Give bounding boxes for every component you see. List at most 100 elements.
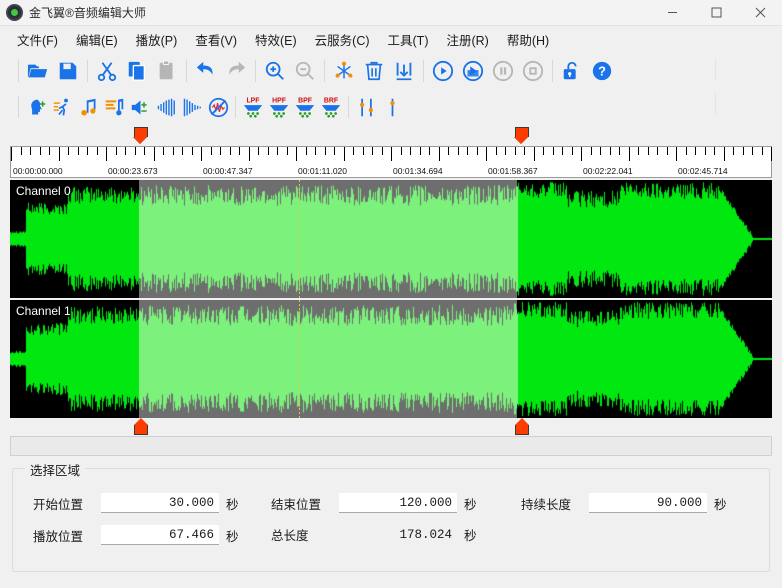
duration-row: 持续长度 90.000 秒 xyxy=(521,493,727,513)
channel-1[interactable]: Channel 1 xyxy=(10,300,772,418)
duration-input[interactable]: 90.000 xyxy=(589,493,707,513)
ruler-tick xyxy=(78,147,79,155)
ruler-tick xyxy=(135,147,136,155)
save-selection-icon[interactable] xyxy=(389,56,419,86)
copy-icon[interactable] xyxy=(122,56,152,86)
undo-icon[interactable] xyxy=(191,56,221,86)
paste-icon[interactable] xyxy=(152,56,182,86)
waveform-canvas-channel-1 xyxy=(10,300,772,418)
mixer-icon[interactable] xyxy=(379,94,405,120)
ruler-tick xyxy=(163,147,164,155)
ruler-label: 00:00:47.347 xyxy=(203,166,253,176)
selection-marker-strip-top xyxy=(0,124,782,146)
end-position-input[interactable]: 120.000 xyxy=(339,493,457,513)
split-merge-icon[interactable] xyxy=(329,56,359,86)
start-position-input[interactable]: 30.000 xyxy=(101,493,219,513)
maximize-icon[interactable] xyxy=(694,0,738,26)
zoom-in-icon[interactable] xyxy=(260,56,290,86)
timeline-ruler[interactable]: 00:00:00.00000:00:23.67300:00:47.34700:0… xyxy=(10,146,772,178)
close-icon[interactable] xyxy=(738,0,782,26)
filter-bpf-icon[interactable]: BPF xyxy=(292,94,318,120)
play-position-input[interactable]: 67.466 xyxy=(101,525,219,545)
ruler-tick xyxy=(581,147,582,161)
stop-icon[interactable] xyxy=(518,56,548,86)
ruler-tick xyxy=(363,147,364,155)
fade-in-icon[interactable] xyxy=(153,94,179,120)
ruler-tick xyxy=(572,147,573,155)
selection-start-marker[interactable] xyxy=(134,127,148,143)
menu-play[interactable]: 播放(P) xyxy=(127,27,187,52)
ruler-tick xyxy=(40,147,41,155)
channel-0[interactable]: Channel 0 xyxy=(10,180,772,298)
menu-file[interactable]: 文件(F) xyxy=(8,27,67,52)
menu-edit[interactable]: 编辑(E) xyxy=(67,27,127,52)
filter-brf-icon[interactable]: BRF xyxy=(318,94,344,120)
ruler-tick xyxy=(116,147,117,155)
horizontal-scrollbar-area[interactable] xyxy=(10,436,772,458)
redo-icon[interactable] xyxy=(221,56,251,86)
pitch-change-icon[interactable] xyxy=(75,94,101,120)
ruler-tick xyxy=(676,147,677,161)
noise-reduce-icon[interactable] xyxy=(205,94,231,120)
menu-cloud[interactable]: 云服务(C) xyxy=(306,27,379,52)
speed-change-icon[interactable] xyxy=(49,94,75,120)
filter-hpf-icon[interactable]: HPF xyxy=(266,94,292,120)
menu-tools[interactable]: 工具(T) xyxy=(379,27,438,52)
ruler-tick xyxy=(667,147,668,155)
ruler-tick xyxy=(344,147,345,161)
zoom-out-icon[interactable] xyxy=(290,56,320,86)
ruler-tick xyxy=(467,147,468,155)
toolbar-separator xyxy=(348,96,349,118)
ruler-tick xyxy=(629,147,630,161)
delete-icon[interactable] xyxy=(359,56,389,86)
selection-start-marker-bottom[interactable] xyxy=(134,418,148,434)
waveform-area[interactable]: Channel 0 Channel 1 xyxy=(10,180,772,418)
selection-end-marker[interactable] xyxy=(515,127,529,143)
ruler-tick xyxy=(648,147,649,155)
help-icon[interactable]: ? xyxy=(587,56,617,86)
start-position-unit: 秒 xyxy=(226,494,239,513)
ruler-tick xyxy=(230,147,231,155)
selection-marker-strip-bottom xyxy=(0,418,782,434)
tempo-change-icon[interactable] xyxy=(101,94,127,120)
equalizer-icon[interactable] xyxy=(353,94,379,120)
toolbar-separator xyxy=(87,60,88,82)
minimize-icon[interactable] xyxy=(650,0,694,26)
title-bar: 金飞翼®音频编辑大师 xyxy=(0,0,782,26)
menu-register[interactable]: 注册(R) xyxy=(437,27,497,52)
ruler-tick xyxy=(600,147,601,155)
filter-lpf-icon[interactable]: LPF xyxy=(240,94,266,120)
ruler-tick xyxy=(220,147,221,155)
ruler-tick xyxy=(543,147,544,155)
save-file-icon[interactable] xyxy=(53,56,83,86)
horizontal-scrollbar[interactable] xyxy=(10,436,772,456)
ruler-tick xyxy=(439,147,440,161)
ruler-tick xyxy=(49,147,50,155)
menu-effects[interactable]: 特效(E) xyxy=(246,27,306,52)
ruler-tick xyxy=(562,147,563,155)
play-icon[interactable] xyxy=(428,56,458,86)
open-file-icon[interactable] xyxy=(23,56,53,86)
selection-panel: 选择区域 开始位置 30.000 秒 结束位置 120.000 秒 持续长度 9… xyxy=(12,468,770,588)
menu-view[interactable]: 查看(V) xyxy=(186,27,246,52)
toolbar-separator xyxy=(235,96,236,118)
play-selection-icon[interactable] xyxy=(458,56,488,86)
audio-editor-window: 金飞翼®音频编辑大师 文件(F) 编辑(E) 播放(P) 查看(V) 特效(E)… xyxy=(0,0,782,588)
selection-end-marker-bottom[interactable] xyxy=(515,418,529,434)
play-position-label: 播放位置 xyxy=(33,526,101,545)
toolbar-separator xyxy=(18,60,19,82)
ruler-tick xyxy=(154,147,155,161)
ruler-tick xyxy=(714,147,715,155)
cut-icon[interactable] xyxy=(92,56,122,86)
ruler-tick xyxy=(277,147,278,155)
fade-out-icon[interactable] xyxy=(179,94,205,120)
ruler-tick xyxy=(306,147,307,155)
menu-help[interactable]: 帮助(H) xyxy=(498,27,558,52)
ruler-tick xyxy=(334,147,335,155)
total-length-label: 总长度 xyxy=(271,525,339,544)
ruler-tick xyxy=(657,147,658,155)
pause-icon[interactable] xyxy=(488,56,518,86)
voice-change-icon[interactable] xyxy=(23,94,49,120)
unlock-icon[interactable] xyxy=(557,56,587,86)
volume-adjust-icon[interactable] xyxy=(127,94,153,120)
